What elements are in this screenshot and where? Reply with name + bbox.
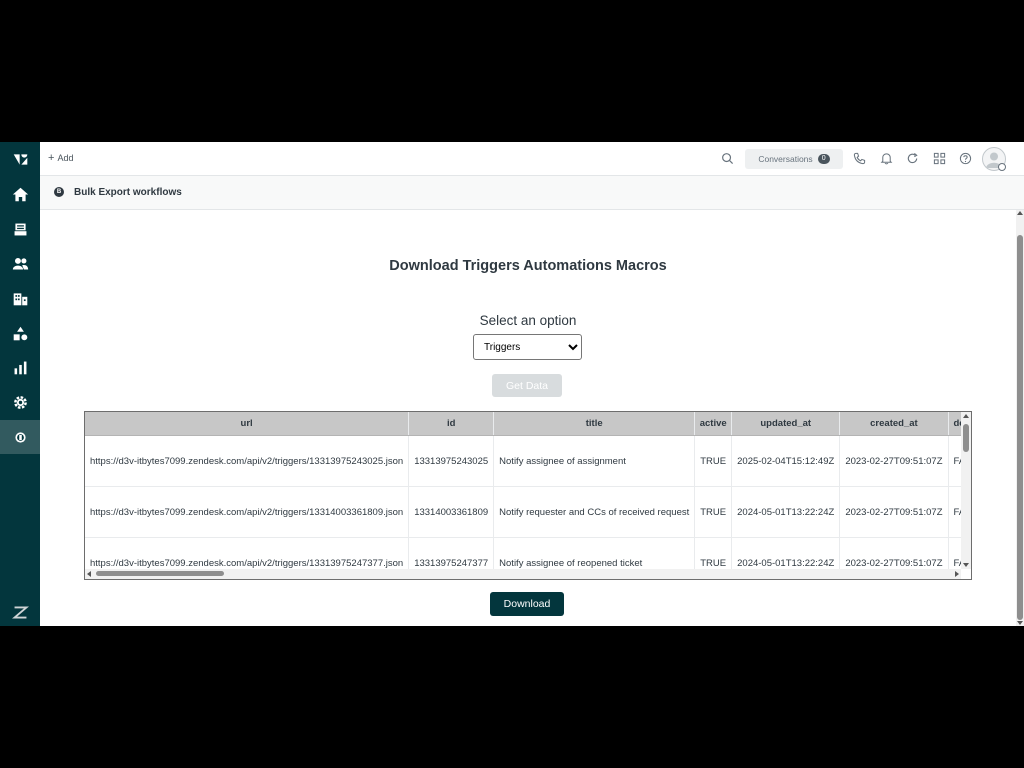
search-icon[interactable] — [720, 151, 734, 165]
table-horizontal-scroll-thumb[interactable] — [96, 571, 224, 576]
scroll-left-arrow-icon[interactable] — [87, 571, 91, 577]
column-header-id[interactable]: id — [408, 412, 495, 436]
column-header-created-at[interactable]: created_at — [839, 412, 949, 436]
conversations-button[interactable]: Conversations 0 — [745, 149, 843, 169]
avatar-status-indicator — [998, 163, 1006, 171]
cell-created-at: 2023-02-27T09:51:07Z — [839, 435, 949, 487]
column-header-title[interactable]: title — [493, 412, 696, 436]
table-horizontal-scrollbar[interactable] — [85, 569, 961, 579]
cell-updated-at: 2024-05-01T13:22:24Z — [731, 486, 841, 538]
page-title: Download Triggers Automations Macros — [389, 258, 667, 274]
cell-created-at: 2023-02-27T09:51:07Z — [839, 537, 949, 569]
cell-default: FAL — [948, 435, 961, 487]
app-header: B Bulk Export workflows — [40, 176, 1024, 210]
zendesk-products-icon[interactable] — [0, 595, 40, 626]
option-select[interactable]: Triggers — [473, 334, 582, 360]
table-vertical-scrollbar[interactable] — [961, 412, 971, 569]
table-header-row: url id title active updated_at created_a… — [85, 412, 961, 436]
cell-id: 13313975247377 — [408, 537, 495, 569]
cell-default: FAL — [948, 486, 961, 538]
select-label: Select an option — [479, 313, 577, 328]
help-icon[interactable] — [958, 151, 972, 165]
cell-updated-at: 2025-02-04T15:12:49Z — [731, 435, 841, 487]
objects-icon[interactable] — [0, 316, 40, 350]
conversations-label: Conversations — [758, 154, 813, 164]
bulk-export-app-icon[interactable] — [0, 420, 40, 454]
scroll-right-arrow-icon[interactable] — [955, 571, 959, 577]
home-icon[interactable] — [0, 177, 40, 211]
cell-active: TRUE — [694, 435, 733, 487]
cell-default: FAL — [948, 537, 961, 569]
data-table: url id title active updated_at created_a… — [85, 412, 961, 569]
cell-url: https://d3v-itbytes7099.zendesk.com/api/… — [85, 435, 410, 487]
top-bar: + Add Conversations 0 — [40, 142, 1024, 176]
page-scroll-down-arrow-icon[interactable] — [1017, 621, 1023, 625]
table-vertical-scroll-thumb[interactable] — [963, 424, 969, 452]
scroll-up-arrow-icon[interactable] — [963, 414, 969, 418]
cell-url: https://d3v-itbytes7099.zendesk.com/api/… — [85, 486, 410, 538]
cell-title: Notify requester and CCs of received req… — [493, 486, 696, 538]
notifications-bell-icon[interactable] — [879, 151, 893, 165]
cell-created-at: 2023-02-27T09:51:07Z — [839, 486, 949, 538]
app-title: Bulk Export workflows — [74, 187, 182, 198]
sidebar — [0, 142, 40, 626]
cell-active: TRUE — [694, 537, 733, 569]
cell-title: Notify assignee of reopened ticket — [493, 537, 696, 569]
app-logo-icon: B — [54, 187, 64, 197]
phone-icon[interactable] — [852, 151, 866, 165]
views-icon[interactable] — [0, 212, 40, 246]
customers-icon[interactable] — [0, 246, 40, 280]
table-row: https://d3v-itbytes7099.zendesk.com/api/… — [85, 537, 961, 569]
table-row: https://d3v-itbytes7099.zendesk.com/api/… — [85, 435, 961, 487]
data-table-container: url id title active updated_at created_a… — [84, 411, 972, 580]
cell-id: 13314003361809 — [408, 486, 495, 538]
page-scroll-up-arrow-icon[interactable] — [1017, 211, 1023, 215]
page-scroll-thumb[interactable] — [1017, 235, 1023, 620]
reporting-icon[interactable] — [0, 350, 40, 384]
cell-updated-at: 2024-05-01T13:22:24Z — [731, 537, 841, 569]
plus-icon: + — [48, 152, 55, 164]
get-data-button[interactable]: Get Data — [492, 374, 562, 397]
cell-title: Notify assignee of assignment — [493, 435, 696, 487]
refresh-icon[interactable] — [905, 151, 919, 165]
app-window: + Add Conversations 0 B Bulk Export work… — [0, 142, 1024, 626]
conversations-count-badge: 0 — [817, 154, 830, 164]
cell-active: TRUE — [694, 486, 733, 538]
data-table-viewport[interactable]: url id title active updated_at created_a… — [85, 412, 961, 569]
main-content: Download Triggers Automations Macros Sel… — [40, 210, 1016, 626]
cell-id: 13313975243025 — [408, 435, 495, 487]
column-header-default[interactable]: def — [948, 412, 961, 436]
admin-gear-icon[interactable] — [0, 385, 40, 419]
app-logo-letter: B — [56, 189, 62, 195]
scroll-down-arrow-icon[interactable] — [963, 563, 969, 567]
column-header-active[interactable]: active — [694, 412, 733, 436]
download-button[interactable]: Download — [490, 592, 564, 616]
zendesk-logo-icon[interactable] — [0, 142, 40, 176]
page-vertical-scrollbar[interactable] — [1016, 210, 1024, 626]
table-row: https://d3v-itbytes7099.zendesk.com/api/… — [85, 486, 961, 538]
column-header-updated-at[interactable]: updated_at — [731, 412, 841, 436]
add-button[interactable]: + Add — [48, 152, 73, 164]
add-label: Add — [57, 153, 74, 163]
cell-url: https://d3v-itbytes7099.zendesk.com/api/… — [85, 537, 410, 569]
apps-grid-icon[interactable] — [932, 151, 946, 165]
column-header-url[interactable]: url — [85, 412, 410, 436]
organizations-icon[interactable] — [0, 281, 40, 315]
